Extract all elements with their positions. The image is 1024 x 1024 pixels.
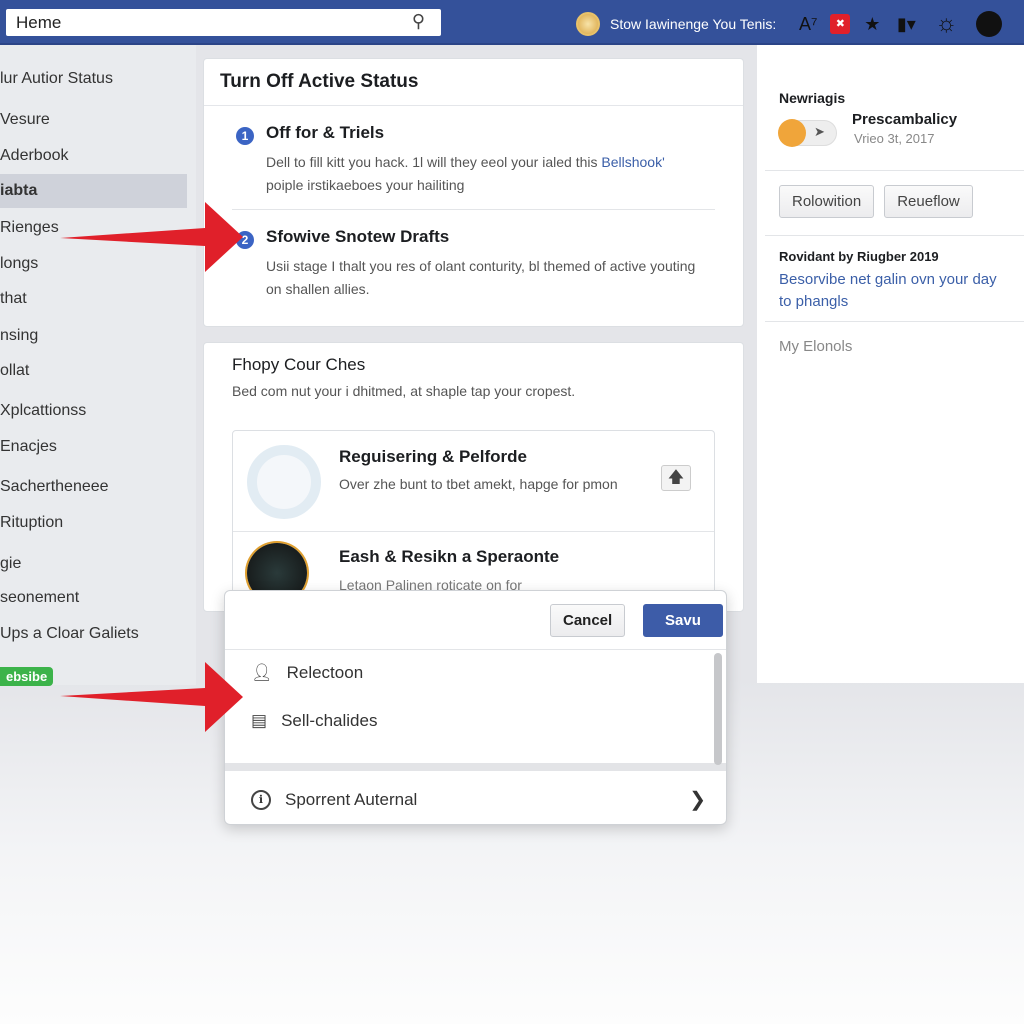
divider bbox=[765, 235, 1024, 236]
divider bbox=[765, 170, 1024, 171]
active-status-card: Turn Off Active Status 1 Off for & Triel… bbox=[203, 58, 744, 327]
panel-heading: Newriagis bbox=[779, 90, 846, 106]
red-arrow-icon bbox=[60, 202, 243, 272]
search-value: Heme bbox=[16, 12, 62, 32]
divider bbox=[765, 321, 1024, 322]
step-text: Usii stage I thalt you res of olant cont… bbox=[266, 258, 696, 297]
sidebar-item[interactable]: that bbox=[0, 290, 27, 308]
notification-icon[interactable]: ✖ bbox=[830, 14, 851, 34]
sidebar-item[interactable]: Rituption bbox=[0, 514, 63, 532]
panel-link[interactable]: Besorvibe net galin ovn your day to phan… bbox=[779, 269, 999, 313]
options-list: Reguisering & Pelforde Over zhe bunt to … bbox=[232, 430, 715, 600]
scrollbar[interactable] bbox=[714, 653, 722, 765]
sidebar-item[interactable]: Vesure bbox=[0, 111, 50, 129]
arrow-up-icon[interactable]: 🡅 bbox=[661, 465, 691, 491]
sidebar-item[interactable]: Aderbook bbox=[0, 147, 69, 165]
step-title: Sfowive Snotew Drafts bbox=[266, 227, 450, 246]
info-icon: ℹ bbox=[251, 789, 271, 810]
rolowition-button[interactable]: Rolowition bbox=[779, 185, 875, 218]
card-title: Fhopy Cour Ches bbox=[232, 355, 366, 374]
person-icon: 👤︎ bbox=[251, 663, 273, 682]
divider bbox=[232, 209, 715, 210]
cancel-button[interactable]: Cancel bbox=[550, 604, 626, 637]
step-2: 2 Sfowive Snotew Drafts Usii stage I tha… bbox=[236, 227, 706, 301]
step-1: 1 Off for & Triels Dell to fill kitt you… bbox=[236, 123, 706, 197]
provided-text: Rovidant by Riugber 2019 bbox=[779, 249, 939, 264]
sidebar-item[interactable]: lur Autior Status bbox=[0, 70, 113, 88]
sidebar: lur Autior Status Vesure Aderbook iabta … bbox=[0, 45, 196, 686]
red-arrow-icon bbox=[60, 662, 243, 732]
user-avatar[interactable] bbox=[576, 12, 600, 36]
star-icon[interactable]: ★ bbox=[860, 14, 884, 35]
sidebar-item[interactable]: ollat bbox=[0, 362, 29, 380]
card-title: Turn Off Active Status bbox=[204, 59, 743, 106]
bookmark-icon[interactable]: ▮▾ bbox=[894, 14, 918, 35]
profile-name[interactable]: Prescambalicy bbox=[852, 111, 957, 128]
clipboard-icon: ▤ bbox=[251, 711, 268, 730]
menu-item[interactable]: 👤︎ Relectoon bbox=[251, 663, 363, 683]
option-icon bbox=[247, 445, 321, 519]
step-title: Off for & Triels bbox=[266, 123, 385, 142]
search-input[interactable]: Heme ⚲ bbox=[6, 9, 441, 36]
sidebar-item[interactable]: gie bbox=[0, 555, 21, 573]
search-icon[interactable]: ⚲ bbox=[412, 11, 425, 32]
sidebar-badge[interactable]: ebsibe bbox=[0, 667, 54, 686]
sidebar-item[interactable]: Enacjes bbox=[0, 438, 57, 456]
menu-item[interactable]: ▤ Sell-chalides bbox=[251, 711, 377, 731]
sidebar-item[interactable]: Rienges bbox=[0, 219, 59, 237]
divider bbox=[225, 763, 726, 771]
profile-date: Vrieo 3t, 2017 bbox=[854, 131, 935, 146]
popup-menu: Cancel Savu 👤︎ Relectoon ▤ Sell-chalides ℹ… bbox=[224, 590, 727, 825]
card-subtitle: Bed com nut your i dhitmed, at shaple ta… bbox=[232, 383, 576, 399]
toggle-icon[interactable]: ➤ bbox=[778, 119, 837, 147]
profile-icon[interactable] bbox=[976, 11, 1003, 37]
translate-icon[interactable]: A⁷ bbox=[796, 14, 820, 35]
divider bbox=[225, 649, 726, 650]
option-title[interactable]: Eash & Resikn a Speraonte bbox=[339, 547, 559, 567]
sidebar-item[interactable]: seonement bbox=[0, 589, 79, 607]
sidebar-item[interactable]: nsing bbox=[0, 327, 38, 345]
option-title[interactable]: Reguisering & Pelforde bbox=[339, 447, 527, 467]
menu-item[interactable]: ℹ Sporrent Auternal ❯ bbox=[251, 787, 706, 812]
sidebar-item[interactable]: Ups a Cloar Galiets bbox=[0, 625, 139, 643]
panel-footer[interactable]: My Elonols bbox=[779, 338, 852, 355]
settings-icon[interactable]: ☼ bbox=[934, 10, 958, 38]
user-text[interactable]: Stow Iawinenge You Tenis: bbox=[610, 16, 776, 32]
sidebar-item[interactable]: Sachertheneee bbox=[0, 478, 109, 496]
sidebar-item[interactable]: Xplcattionss bbox=[0, 402, 86, 420]
save-button[interactable]: Savu bbox=[643, 604, 723, 637]
reueflow-button[interactable]: Reueflow bbox=[884, 185, 973, 218]
inline-link[interactable]: Bellshook' bbox=[601, 154, 664, 170]
divider bbox=[233, 531, 714, 532]
chevron-right-icon: ❯ bbox=[689, 789, 706, 811]
sidebar-item[interactable]: longs bbox=[0, 255, 38, 273]
right-panel: Newriagis ➤ Prescambalicy Vrieo 3t, 2017… bbox=[757, 45, 1024, 683]
step-number: 1 bbox=[236, 127, 254, 145]
top-navigation-bar: Heme ⚲ Stow Iawinenge You Tenis: A⁷ ✖ ★ … bbox=[0, 0, 1024, 45]
option-text: Over zhe bunt to tbet amekt, hapge for p… bbox=[339, 476, 618, 492]
step-text: Dell to fill kitt you hack. 1l will they… bbox=[266, 154, 665, 193]
